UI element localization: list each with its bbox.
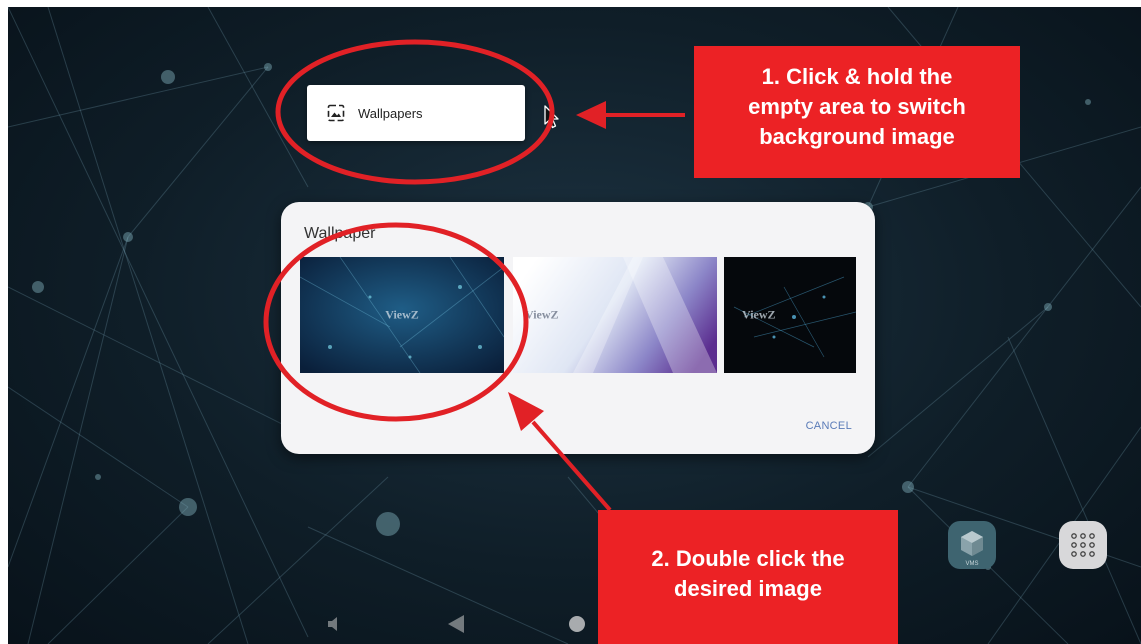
volume-icon[interactable] (326, 616, 342, 632)
thumbnail-watermark: ViewZ (385, 307, 419, 322)
instruction-callout-step1: 1. Click & hold the empty area to switch… (694, 46, 1020, 178)
callout-step2-line2: desired image (674, 576, 822, 601)
vms-app-icon[interactable]: VMS (948, 521, 996, 569)
wallpaper-icon (327, 104, 345, 122)
callout-step1-line2: empty area to switch (748, 94, 966, 119)
wallpapers-label: Wallpapers (358, 105, 423, 121)
app-drawer-button[interactable] (1059, 521, 1107, 569)
mouse-cursor-icon (544, 105, 559, 129)
cancel-button[interactable]: CANCEL (806, 420, 852, 432)
home-screen-background[interactable]: Wallpapers Wallpaper ViewZ ViewZ ViewZ C… (8, 7, 1141, 644)
grid-dots-icon (1071, 533, 1095, 557)
wallpaper-dialog: Wallpaper ViewZ ViewZ ViewZ CANCEL (281, 202, 875, 454)
wallpaper-thumbnail-dark[interactable]: ViewZ (724, 257, 856, 373)
thumbnail-watermark: ViewZ (525, 307, 559, 322)
thumbnail-watermark: ViewZ (742, 307, 776, 322)
callout-step1-line1: 1. Click & hold the (761, 64, 953, 89)
wallpaper-thumbnail-blue[interactable]: ViewZ (300, 257, 504, 373)
wallpaper-thumbnail-purple[interactable]: ViewZ (513, 257, 717, 373)
instruction-callout-step2: 2. Double click the desired image (598, 510, 898, 644)
cube-icon: VMS (961, 531, 983, 567)
dialog-title: Wallpaper (304, 225, 376, 242)
home-icon[interactable] (568, 615, 586, 633)
callout-step1-line3: background image (759, 124, 955, 149)
callout-step2-line1: 2. Double click the (651, 546, 845, 571)
back-icon[interactable] (446, 614, 466, 634)
wallpapers-menu-option[interactable]: Wallpapers (307, 85, 525, 141)
vms-label: VMS (965, 561, 978, 567)
